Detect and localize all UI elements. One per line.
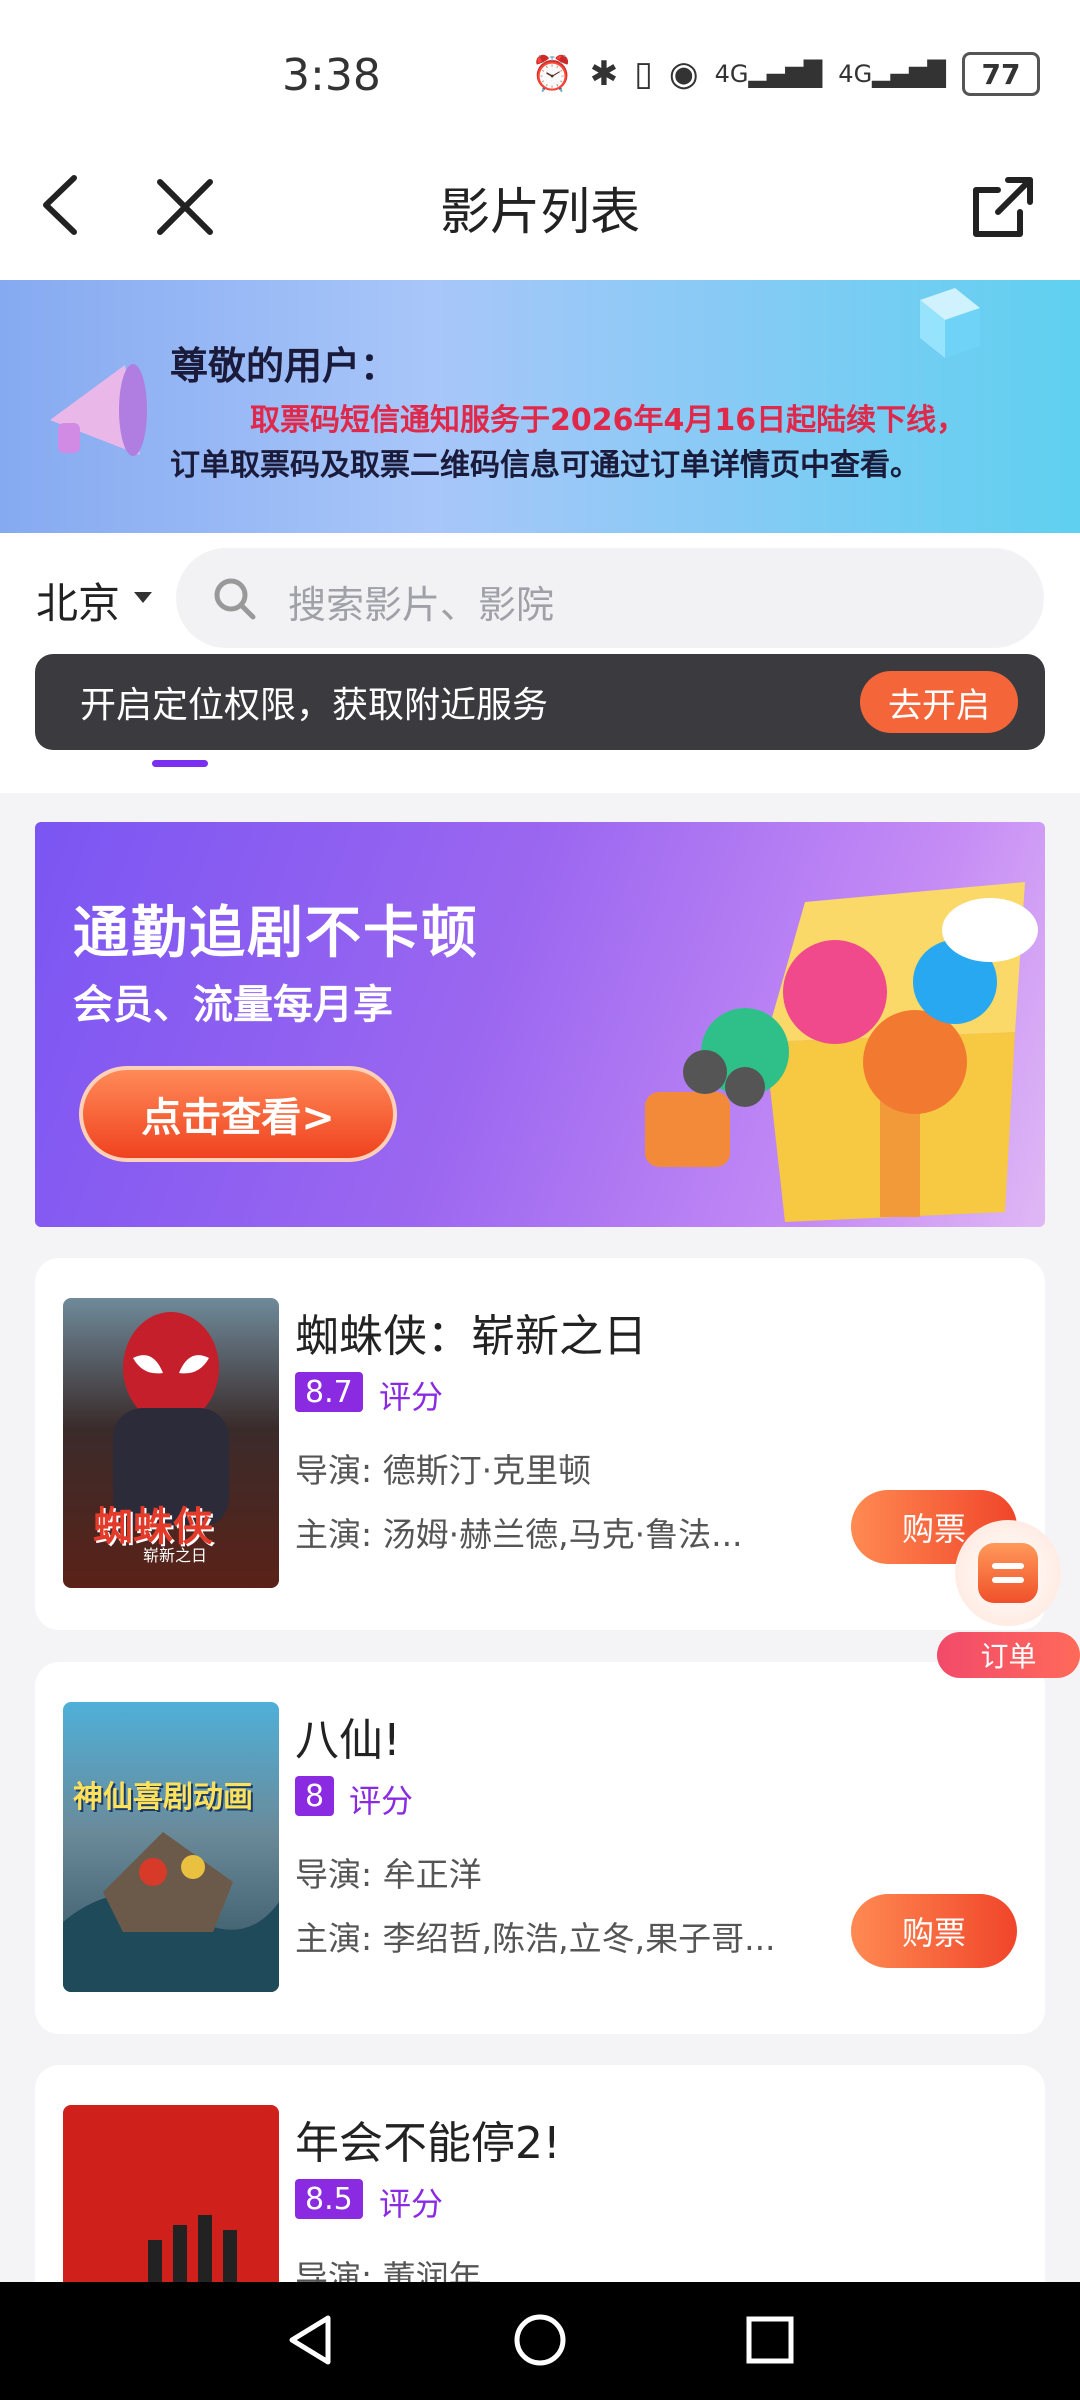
nav-recents-icon[interactable] (742, 2312, 798, 2368)
gift-box-illustration (645, 882, 1038, 1222)
search-placeholder: 搜索影片、影院 (288, 583, 555, 627)
status-icons: ⏰ ✱ ▯ ◉ 4G▂▄▆█ 4G▂▄▆█ 77 (531, 52, 1040, 96)
signal-4g-icon-2: 4G▂▄▆█ (838, 60, 946, 88)
order-icon (955, 1520, 1061, 1626)
promo-banner[interactable]: 通勤追剧不卡顿 会员、流量每月享 点击查看> (35, 822, 1045, 1227)
notice-greeting: 尊敬的用户： (170, 344, 399, 388)
buy-ticket-button[interactable]: 购票 (851, 1894, 1017, 1968)
notice-banner[interactable]: 尊敬的用户： 取票码短信通知服务于2026年4月16日起陆续下线， 订单取票码及… (0, 280, 1080, 533)
hotspot-icon: ◉ (668, 54, 699, 94)
notice-line1: 取票码短信通知服务于2026年4月16日起陆续下线， (250, 403, 967, 438)
bluetooth-icon: ✱ (589, 54, 619, 94)
vibrate-icon: ▯ (634, 54, 653, 94)
movie-card[interactable]: 蜘蛛侠 崭新之日 蜘蛛侠：崭新之日 8.7 评分 导演: 德斯汀·克里顿 主演:… (35, 1258, 1045, 1630)
baxian-poster-art (63, 1832, 279, 1992)
promo-headline: 通勤追剧不卡顿 (73, 901, 479, 966)
signal-4g-icon: 4G▂▄▆█ (714, 60, 823, 88)
movie-card[interactable]: 年会不能停2! 8.5 评分 导演: 董润年 (35, 2065, 1045, 2282)
share-icon[interactable] (968, 172, 1038, 242)
tab-indicator (152, 760, 208, 767)
movie-cast: 主演: 汤姆·赫兰德,马克·鲁法... (295, 1515, 743, 1554)
movie-cast: 主演: 李绍哲,陈浩,立冬,果子哥... (295, 1919, 776, 1958)
rating-badge: 8 (295, 1776, 335, 1816)
battery-indicator: 77 (962, 52, 1040, 96)
notice-line2: 订单取票码及取票二维码信息可通过订单详情页中查看。 (170, 448, 920, 483)
nianhui-poster-art (148, 2215, 237, 2282)
movie-poster[interactable]: 蜘蛛侠 崭新之日 (63, 1298, 279, 1588)
rating-label: 评分 (349, 1782, 414, 1820)
caret-down-icon[interactable] (134, 592, 152, 603)
movie-title[interactable]: 蜘蛛侠：崭新之日 (295, 1300, 647, 1364)
movie-director: 导演: 董润年 (295, 2258, 482, 2282)
movie-director: 导演: 牟正洋 (295, 1855, 482, 1894)
poster-title: 神仙喜剧动画 (73, 1780, 253, 1815)
order-label: 订单 (937, 1632, 1080, 1678)
alarm-icon: ⏰ (531, 54, 574, 94)
promo-view-button[interactable]: 点击查看> (79, 1066, 397, 1162)
rating-label: 评分 (379, 1378, 444, 1416)
rating-badge: 8.5 (295, 2179, 363, 2219)
movie-title[interactable]: 八仙! (295, 1704, 401, 1768)
promo-subline: 会员、流量每月享 (73, 982, 393, 1028)
movie-poster[interactable]: 神仙喜剧动画 (63, 1702, 279, 1992)
movie-title[interactable]: 年会不能停2! (295, 2107, 561, 2171)
movie-card[interactable]: 神仙喜剧动画 八仙! 8 评分 导演: 牟正洋 主演: 李绍哲,陈浩,立冬,果子… (35, 1662, 1045, 2034)
search-icon (214, 578, 256, 620)
floating-order-button[interactable]: 订单 (937, 1520, 1080, 1680)
enable-location-button[interactable]: 去开启 (860, 671, 1018, 733)
poster-subtitle: 崭新之日 (143, 1546, 208, 1565)
status-bar: 3:38 ⏰ ✱ ▯ ◉ 4G▂▄▆█ 4G▂▄▆█ 77 (0, 0, 1080, 150)
cube-decoration (920, 288, 980, 358)
page-title: 影片列表 (440, 183, 640, 241)
rating-label: 评分 (379, 2185, 444, 2223)
rating-badge: 8.7 (295, 1372, 363, 1412)
nav-home-icon[interactable] (512, 2312, 568, 2368)
nav-back-icon[interactable] (282, 2312, 338, 2368)
city-selector[interactable]: 北京 (36, 570, 120, 631)
megaphone-icon (50, 364, 147, 456)
system-nav-bar (0, 2282, 1080, 2400)
movie-director: 导演: 德斯汀·克里顿 (295, 1451, 592, 1490)
status-time: 3:38 (282, 50, 381, 101)
movie-poster[interactable] (63, 2105, 279, 2282)
toast-text: 开启定位权限，获取附近服务 (80, 685, 549, 726)
